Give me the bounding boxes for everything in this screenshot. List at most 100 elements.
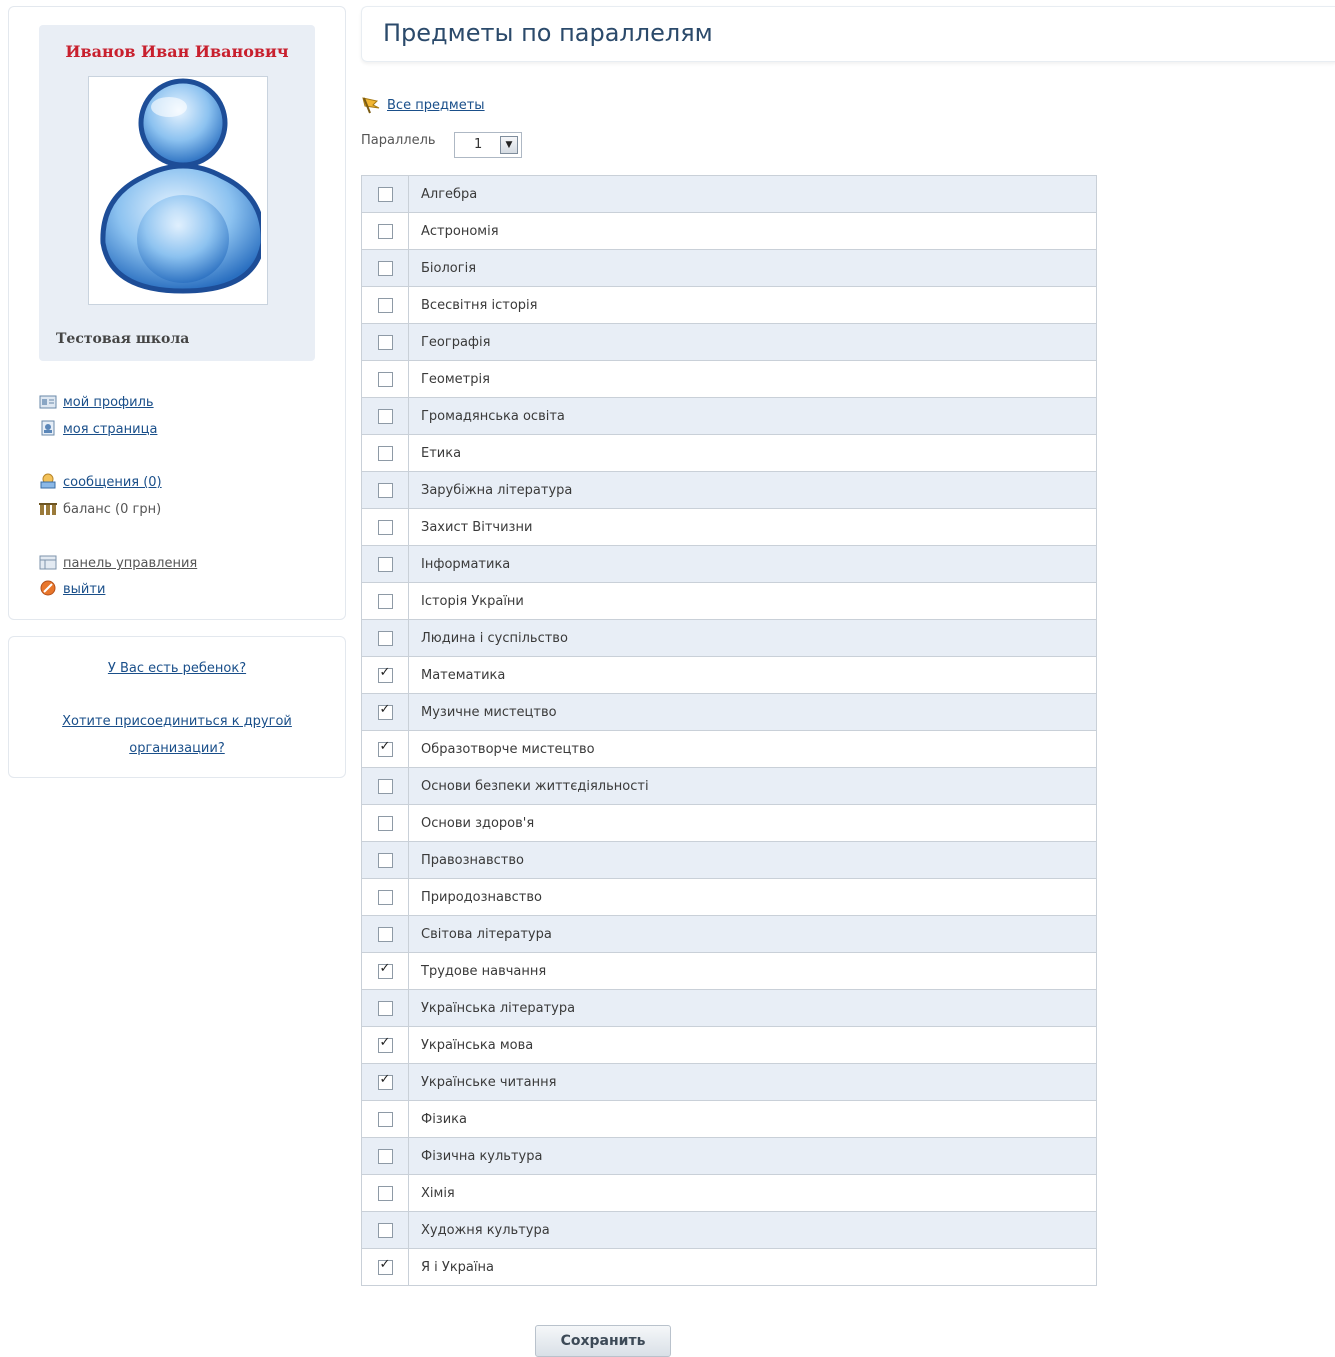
table-row: Історія України [361, 582, 1097, 620]
balance-icon [39, 500, 57, 516]
page-icon [39, 420, 57, 436]
subject-checkbox[interactable] [377, 1222, 393, 1238]
subject-checkbox[interactable] [377, 593, 393, 609]
subject-name: Музичне мистецтво [408, 693, 1097, 731]
subject-name: Етика [408, 434, 1097, 472]
subject-checkbox[interactable] [377, 445, 393, 461]
table-row: Географія [361, 323, 1097, 361]
control-panel-label[interactable]: панель управления [63, 556, 197, 571]
subject-checkbox[interactable] [377, 852, 393, 868]
checkbox-cell [361, 1100, 409, 1138]
subject-checkbox[interactable] [377, 1072, 393, 1090]
control-panel-link[interactable]: панель управления [39, 554, 197, 572]
my-page-label[interactable]: моя страница [63, 422, 157, 437]
avatar[interactable] [88, 76, 268, 305]
subject-checkbox[interactable] [377, 223, 393, 239]
subject-checkbox[interactable] [377, 702, 393, 720]
subject-checkbox[interactable] [377, 630, 393, 646]
subject-name: Людина і суспільство [408, 619, 1097, 657]
checkbox-cell [361, 767, 409, 805]
page-title: Предметы по параллелям [383, 19, 713, 47]
subject-name: Українське читання [408, 1063, 1097, 1101]
parallel-filter: Параллель 1 ▼ [361, 132, 522, 158]
subject-checkbox[interactable] [377, 482, 393, 498]
subject-checkbox[interactable] [377, 334, 393, 350]
subject-checkbox[interactable] [377, 260, 393, 276]
table-row: Правознавство [361, 841, 1097, 879]
checkbox-cell [361, 545, 409, 583]
subject-name: Природознавство [408, 878, 1097, 916]
subject-checkbox[interactable] [377, 1257, 393, 1275]
subject-name: Астрономія [408, 212, 1097, 250]
table-row: Етика [361, 434, 1097, 472]
subject-checkbox[interactable] [377, 961, 393, 979]
subject-checkbox[interactable] [377, 1185, 393, 1201]
my-page-link[interactable]: моя страница [39, 420, 157, 438]
logout-link[interactable]: выйти [39, 580, 105, 598]
subject-checkbox[interactable] [377, 408, 393, 424]
subject-name: Історія України [408, 582, 1097, 620]
parallel-select[interactable]: 1 ▼ [454, 132, 522, 158]
subject-name: Українська мова [408, 1026, 1097, 1064]
checkbox-cell [361, 841, 409, 879]
subject-name: Всесвітня історія [408, 286, 1097, 324]
balance-label: баланс (0 грн) [63, 502, 162, 517]
subject-name: Біологія [408, 249, 1097, 287]
save-button[interactable]: Сохранить [535, 1325, 671, 1357]
school-name: Тестовая школа [56, 331, 190, 347]
subject-checkbox[interactable] [377, 186, 393, 202]
table-row: Громадянська освіта [361, 397, 1097, 435]
table-row: Трудове навчання [361, 952, 1097, 990]
flag-icon [362, 97, 380, 114]
all-subjects-link-row[interactable]: Все предметы [361, 96, 485, 114]
messages-icon [39, 473, 57, 489]
subject-name: Я і Україна [408, 1248, 1097, 1286]
subject-checkbox[interactable] [377, 1000, 393, 1016]
table-row: Інформатика [361, 545, 1097, 583]
subject-checkbox[interactable] [377, 371, 393, 387]
checkbox-cell [361, 1063, 409, 1101]
logout-label[interactable]: выйти [63, 582, 105, 597]
logout-icon [39, 580, 57, 596]
subject-checkbox[interactable] [377, 1111, 393, 1127]
subject-name: Геометрія [408, 360, 1097, 398]
subject-checkbox[interactable] [377, 889, 393, 905]
page-header: Предметы по параллелям [361, 6, 1335, 62]
subject-checkbox[interactable] [377, 297, 393, 313]
checkbox-cell [361, 249, 409, 287]
subject-checkbox[interactable] [377, 556, 393, 572]
checkbox-cell [361, 212, 409, 250]
subject-checkbox[interactable] [377, 1148, 393, 1164]
subject-name: Громадянська освіта [408, 397, 1097, 435]
subject-checkbox[interactable] [377, 1035, 393, 1053]
subject-checkbox[interactable] [377, 665, 393, 683]
checkbox-cell [361, 397, 409, 435]
join-org-link-line1[interactable]: Хотите присоединиться к другой [62, 714, 292, 729]
have-child-link[interactable]: У Вас есть ребенок? [108, 661, 246, 676]
messages-link[interactable]: сообщения (0) [39, 473, 162, 491]
subject-checkbox[interactable] [377, 926, 393, 942]
subject-name: Фізика [408, 1100, 1097, 1138]
subject-checkbox[interactable] [377, 519, 393, 535]
table-row: Хімія [361, 1174, 1097, 1212]
checkbox-cell [361, 471, 409, 509]
messages-label[interactable]: сообщения (0) [63, 475, 162, 490]
profile-card: Иванов Иван Иванович Тестовая школа [39, 25, 315, 361]
parallel-label: Параллель [361, 133, 436, 148]
checkbox-cell [361, 1248, 409, 1286]
checkbox-cell [361, 989, 409, 1027]
subject-checkbox[interactable] [377, 815, 393, 831]
checkbox-cell [361, 915, 409, 953]
subject-checkbox[interactable] [377, 739, 393, 757]
subject-checkbox[interactable] [377, 778, 393, 794]
subject-name: Художня культура [408, 1211, 1097, 1249]
table-row: Образотворче мистецтво [361, 730, 1097, 768]
my-profile-link[interactable]: мой профиль [39, 393, 154, 411]
table-row: Основи безпеки життєдіяльності [361, 767, 1097, 805]
join-org-link-line2[interactable]: организации? [129, 741, 224, 756]
subject-name: Хімія [408, 1174, 1097, 1212]
table-row: Світова література [361, 915, 1097, 953]
my-profile-label[interactable]: мой профиль [63, 395, 154, 410]
all-subjects-link[interactable]: Все предметы [387, 98, 485, 113]
chevron-down-icon[interactable]: ▼ [500, 136, 518, 154]
